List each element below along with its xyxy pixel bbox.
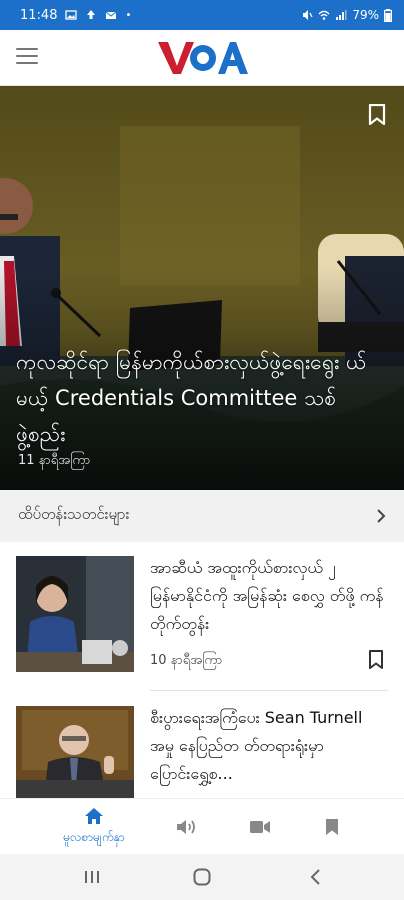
back-icon[interactable]	[306, 867, 326, 887]
speaker-icon	[177, 820, 195, 834]
status-bar: 11:48 • 79%	[0, 0, 404, 30]
article-headline: စီးပွားရေးအကြံပေး Sean Turnell အမှု နေပြ…	[150, 708, 363, 783]
app-header	[0, 30, 404, 86]
list-item[interactable]: စီးပွားရေးအကြံပေး Sean Turnell အမှု နေပြ…	[0, 706, 404, 798]
more-notifications-dot-icon: •	[125, 9, 132, 21]
bottom-navigation: မူလစာမျက်နှာ	[0, 798, 404, 854]
mail-notification-icon	[106, 11, 117, 19]
bookmark-icon[interactable]	[368, 650, 384, 670]
status-time: 11:48	[20, 7, 58, 23]
recent-apps-icon[interactable]	[82, 867, 102, 887]
top-stories-section-header[interactable]: ထိပ်တန်းသတင်းများ	[0, 490, 404, 542]
home-button-icon[interactable]	[192, 867, 212, 887]
article-thumbnail	[16, 556, 134, 672]
hero-title: ကုလဆိုင်ရာ မြန်မာကိုယ်စားလှယ်ဖွဲ့ရေးရွေး…	[16, 350, 367, 446]
nav-home[interactable]: မူလစာမျက်နှာ	[44, 799, 144, 855]
nav-video[interactable]	[240, 799, 280, 855]
wifi-icon	[318, 10, 330, 20]
bookmark-icon[interactable]	[368, 104, 386, 126]
nav-audio[interactable]	[166, 799, 206, 855]
hero-timestamp: 11 နာရီအကြာ	[18, 453, 91, 468]
list-item[interactable]: အာဆီယံ အထူးကိုယ်စားလှယ် ၂ မြန်မာနိုင်ငံက…	[0, 556, 404, 686]
article-headline: အာဆီယံ အထူးကိုယ်စားလှယ် ၂ မြန်မာနိုင်ငံက…	[150, 558, 384, 633]
upload-notification-icon	[87, 10, 96, 19]
divider	[150, 690, 388, 691]
section-title: ထိပ်တန်းသတင်းများ	[18, 505, 130, 523]
article-timestamp: 10 နာရီအကြာ	[150, 653, 223, 668]
video-camera-icon	[250, 821, 270, 833]
nav-home-label: မူလစာမျက်နှာ	[63, 830, 125, 844]
voa-logo[interactable]	[156, 38, 248, 78]
hero-story[interactable]: ကုလဆိုင်ရာ မြန်မာကိုယ်စားလှယ်ဖွဲ့ရေးရွေး…	[0, 86, 404, 490]
article-thumbnail	[16, 706, 134, 798]
system-navigation-bar	[0, 854, 404, 900]
battery-percent: 79%	[352, 8, 379, 22]
nav-bookmarks[interactable]	[312, 799, 352, 855]
home-icon	[85, 808, 103, 824]
hamburger-menu-icon[interactable]	[16, 48, 38, 66]
bookmark-icon	[326, 819, 338, 835]
chevron-right-icon	[377, 509, 386, 523]
mute-icon	[303, 10, 313, 20]
image-notification-icon	[65, 10, 78, 20]
signal-icon	[336, 10, 347, 20]
battery-icon	[384, 8, 392, 22]
